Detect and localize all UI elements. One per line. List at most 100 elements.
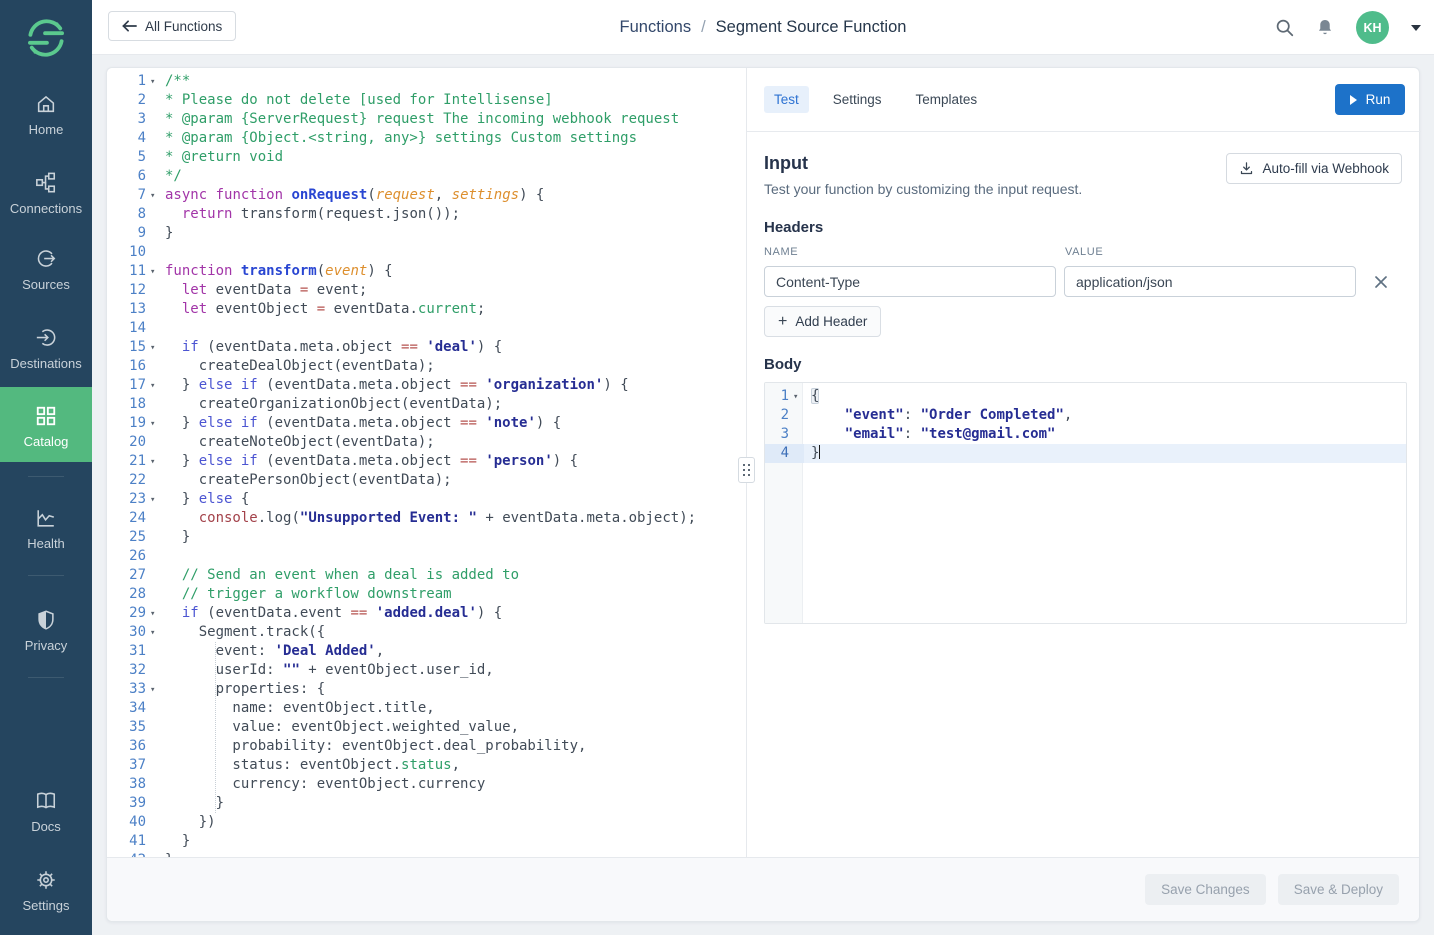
notifications-button[interactable]: [1316, 18, 1334, 37]
code-line[interactable]: 13 let eventObject = eventData.current;: [107, 300, 746, 319]
fold-arrow-icon[interactable]: ▾: [150, 624, 155, 643]
code-line[interactable]: 22 createPersonObject(eventData);: [107, 471, 746, 490]
code-line[interactable]: 5* @return void: [107, 148, 746, 167]
code-line[interactable]: 34 name: eventObject.title,: [107, 699, 746, 718]
code-line[interactable]: 2* Please do not delete [used for Intell…: [107, 91, 746, 110]
fold-arrow-icon[interactable]: ▾: [793, 388, 798, 407]
code-line[interactable]: 11▾function transform(event) {: [107, 262, 746, 281]
all-functions-back-button[interactable]: All Functions: [108, 11, 236, 41]
fold-arrow-icon[interactable]: ▾: [150, 377, 155, 396]
tab-templates[interactable]: Templates: [906, 86, 988, 113]
code-line[interactable]: 1▾/**: [107, 72, 746, 91]
segment-logo-icon[interactable]: [0, 16, 92, 65]
test-panel: Test Settings Templates Run Input Test y…: [747, 68, 1421, 858]
sidebar-item-label: Sources: [0, 277, 92, 292]
add-header-label: Add Header: [795, 314, 867, 329]
code-line[interactable]: 18 createOrganizationObject(eventData);: [107, 395, 746, 414]
code-line[interactable]: 8 return transform(request.json());: [107, 205, 746, 224]
code-line[interactable]: 2 "event": "Order Completed",: [765, 406, 1406, 425]
code-line[interactable]: 33▾ properties: {: [107, 680, 746, 699]
sidebar-item-destinations[interactable]: Destinations: [0, 327, 92, 371]
code-line[interactable]: 29▾ if (eventData.event == 'added.deal')…: [107, 604, 746, 623]
sidebar-item-docs[interactable]: Docs: [0, 790, 92, 834]
code-line[interactable]: 3* @param {ServerRequest} request The in…: [107, 110, 746, 129]
fold-arrow-icon[interactable]: ▾: [150, 605, 155, 624]
code-line[interactable]: 21▾ } else if (eventData.meta.object == …: [107, 452, 746, 471]
sidebar-item-connections[interactable]: Connections: [0, 172, 92, 216]
sidebar-item-settings[interactable]: Settings: [0, 869, 92, 913]
search-button[interactable]: [1275, 18, 1294, 37]
code-line[interactable]: 20 createNoteObject(eventData);: [107, 433, 746, 452]
sidebar-item-privacy[interactable]: Privacy: [0, 609, 92, 653]
header-name-input[interactable]: [764, 266, 1056, 297]
code-line[interactable]: 38 currency: eventObject.currency: [107, 775, 746, 794]
code-line[interactable]: 6*/: [107, 167, 746, 186]
sidebar-item-catalog[interactable]: Catalog: [0, 387, 92, 462]
code-line[interactable]: 25 }: [107, 528, 746, 547]
save-deploy-button[interactable]: Save & Deploy: [1278, 874, 1399, 905]
sidebar-item-home[interactable]: Home: [0, 93, 92, 137]
code-line[interactable]: 4* @param {Object.<string, any>} setting…: [107, 129, 746, 148]
code-line[interactable]: 16 createDealObject(eventData);: [107, 357, 746, 376]
code-line[interactable]: 28 // trigger a workflow downstream: [107, 585, 746, 604]
line-number-gutter: 2: [107, 91, 165, 110]
code-line[interactable]: 24 console.log("Unsupported Event: " + e…: [107, 509, 746, 528]
code-line[interactable]: 7▾async function onRequest(request, sett…: [107, 186, 746, 205]
code-line[interactable]: 12 let eventData = event;: [107, 281, 746, 300]
code-line[interactable]: 9}: [107, 224, 746, 243]
code-line[interactable]: 40 }): [107, 813, 746, 832]
code-line[interactable]: 30▾ Segment.track({: [107, 623, 746, 642]
code-line[interactable]: 35 value: eventObject.weighted_value,: [107, 718, 746, 737]
fold-arrow-icon[interactable]: ▾: [150, 681, 155, 700]
fold-arrow-icon[interactable]: ▾: [150, 453, 155, 472]
code-line[interactable]: 17▾ } else if (eventData.meta.object == …: [107, 376, 746, 395]
fold-arrow-icon[interactable]: ▾: [150, 187, 155, 206]
fold-arrow-icon[interactable]: ▾: [150, 73, 155, 92]
code-line[interactable]: 19▾ } else if (eventData.meta.object == …: [107, 414, 746, 433]
tab-test[interactable]: Test: [764, 86, 809, 113]
code-line[interactable]: 23▾ } else {: [107, 490, 746, 509]
avatar[interactable]: KH: [1356, 11, 1389, 44]
sidebar-item-sources[interactable]: Sources: [0, 248, 92, 292]
save-changes-button[interactable]: Save Changes: [1145, 874, 1266, 905]
code-line[interactable]: 31 event: 'Deal Added',: [107, 642, 746, 661]
fold-arrow-icon[interactable]: ▾: [150, 491, 155, 510]
house-icon: [35, 93, 57, 115]
code-line[interactable]: 15▾ if (eventData.meta.object == 'deal')…: [107, 338, 746, 357]
input-section-description: Test your function by customizing the in…: [764, 181, 1226, 197]
code-line[interactable]: 27 // Send an event when a deal is added…: [107, 566, 746, 585]
code-line[interactable]: 3 "email": "test@gmail.com": [765, 425, 1406, 444]
body-json-editor[interactable]: 1▾{2 "event": "Order Completed",3 "email…: [764, 382, 1407, 624]
code-line[interactable]: 41 }: [107, 832, 746, 851]
sidebar-item-health[interactable]: Health: [0, 507, 92, 551]
autofill-webhook-button[interactable]: Auto-fill via Webhook: [1226, 153, 1402, 184]
pane-resize-handle[interactable]: [738, 457, 755, 483]
code-line-text: [165, 547, 746, 566]
code-editor[interactable]: 1▾/**2* Please do not delete [used for I…: [107, 68, 746, 858]
code-line[interactable]: 32 userId: "" + eventObject.user_id,: [107, 661, 746, 680]
fold-arrow-icon[interactable]: ▾: [150, 415, 155, 434]
grid-icon: [35, 405, 57, 427]
add-header-button[interactable]: + Add Header: [764, 306, 881, 337]
line-number-gutter: 40: [107, 813, 165, 832]
line-number-gutter: 39: [107, 794, 165, 813]
line-number-gutter: 23▾: [107, 490, 165, 509]
code-line[interactable]: 1▾{: [765, 387, 1406, 406]
account-caret-down-icon[interactable]: [1411, 25, 1421, 31]
line-number: 36: [107, 737, 146, 756]
remove-header-button[interactable]: [1374, 275, 1388, 289]
code-line[interactable]: 4}: [765, 444, 1406, 463]
run-button[interactable]: Run: [1335, 84, 1405, 115]
breadcrumb-functions-link[interactable]: Functions: [620, 18, 692, 37]
tab-settings[interactable]: Settings: [823, 86, 892, 113]
input-section-title: Input: [764, 153, 1226, 174]
code-line[interactable]: 14: [107, 319, 746, 338]
header-value-input[interactable]: [1064, 266, 1356, 297]
code-line[interactable]: 39 }: [107, 794, 746, 813]
code-line[interactable]: 10: [107, 243, 746, 262]
fold-arrow-icon[interactable]: ▾: [150, 339, 155, 358]
fold-arrow-icon[interactable]: ▾: [150, 263, 155, 282]
code-line[interactable]: 26: [107, 547, 746, 566]
code-line[interactable]: 37 status: eventObject.status,: [107, 756, 746, 775]
code-line[interactable]: 36 probability: eventObject.deal_probabi…: [107, 737, 746, 756]
